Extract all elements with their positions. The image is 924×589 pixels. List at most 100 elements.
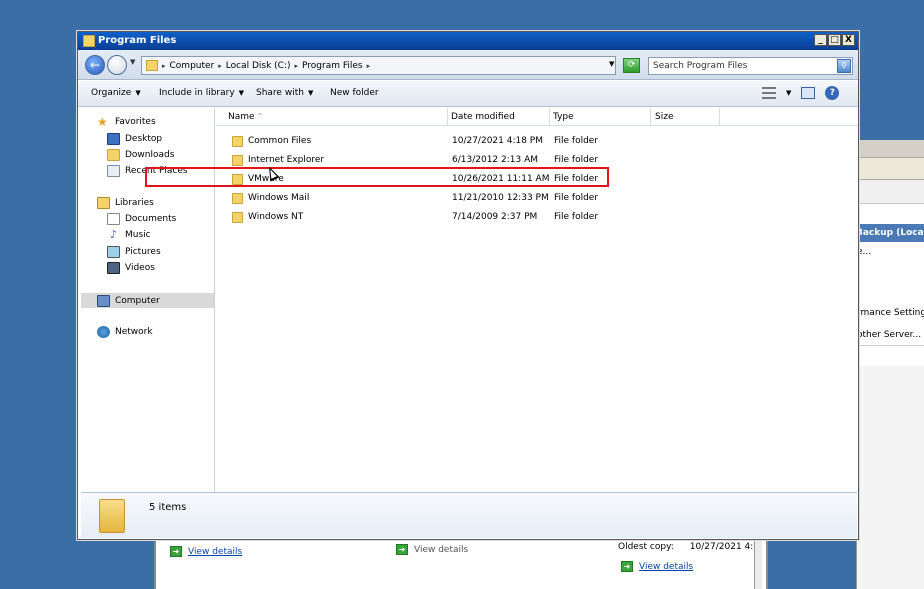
nav-label: Libraries bbox=[115, 198, 154, 208]
arrow-right-icon: ➜ bbox=[396, 544, 408, 555]
address-bar[interactable]: ▸ Computer ▸ Local Disk (C:) ▸ Program F… bbox=[141, 56, 616, 75]
address-dropdown[interactable]: ▼ bbox=[609, 60, 614, 68]
column-header-size[interactable]: Size bbox=[651, 108, 720, 126]
desktop-icon bbox=[107, 133, 120, 145]
breadcrumb-local-disk[interactable]: Local Disk (C:) bbox=[226, 61, 291, 71]
new-folder-label: New folder bbox=[330, 88, 379, 98]
nav-recent-places[interactable]: Recent Places bbox=[107, 165, 188, 177]
column-header-date[interactable]: Date modified bbox=[448, 108, 550, 126]
window-controls: _ □ X bbox=[814, 34, 855, 46]
change-view-icon[interactable] bbox=[762, 87, 776, 99]
forward-button[interactable] bbox=[107, 55, 127, 75]
chevron-down-icon[interactable]: ▼ bbox=[786, 89, 791, 97]
search-icon[interactable]: ⚲ bbox=[837, 59, 851, 73]
file-row[interactable]: Common Files 10/27/2021 4:18 PM File fol… bbox=[216, 132, 858, 151]
view-controls: ▼ ? bbox=[762, 86, 840, 100]
nav-downloads[interactable]: Downloads bbox=[107, 149, 174, 161]
breadcrumb-computer[interactable]: Computer bbox=[170, 61, 215, 71]
search-input[interactable]: Search Program Files ⚲ bbox=[648, 57, 853, 75]
bg-scrollbar[interactable] bbox=[754, 538, 762, 589]
oldest-copy-value: 10/27/2021 4: bbox=[689, 542, 754, 552]
breadcrumb-arrow-icon[interactable]: ▸ bbox=[295, 62, 299, 70]
arrow-right-icon: ➜ bbox=[621, 561, 633, 572]
new-folder-button[interactable]: New folder bbox=[330, 88, 379, 98]
breadcrumb-program-files[interactable]: Program Files bbox=[302, 61, 363, 71]
file-name: Windows NT bbox=[248, 212, 304, 222]
nav-label: Pictures bbox=[125, 247, 161, 257]
downloads-icon bbox=[107, 149, 120, 161]
address-row: ← ▼ ▸ Computer ▸ Local Disk (C:) ▸ Progr… bbox=[78, 50, 858, 80]
folder-icon bbox=[146, 60, 158, 71]
nav-label: Desktop bbox=[125, 134, 163, 144]
view-details-link-2[interactable]: ➜ View details bbox=[396, 544, 468, 555]
file-type: File folder bbox=[554, 155, 599, 165]
nav-network[interactable]: Network bbox=[97, 326, 153, 338]
breadcrumb-arrow-icon[interactable]: ▸ bbox=[367, 62, 371, 70]
bg-action-item[interactable]: e... bbox=[857, 247, 924, 257]
organize-label: Organize bbox=[91, 88, 132, 98]
nav-desktop[interactable]: Desktop bbox=[107, 133, 162, 145]
nav-libraries[interactable]: Libraries bbox=[97, 197, 154, 209]
view-details-link-3[interactable]: ➜ View details bbox=[621, 561, 693, 572]
share-with-button[interactable]: Share with ▼ bbox=[256, 88, 313, 98]
item-count: 5 items bbox=[149, 502, 187, 513]
file-date: 6/13/2012 2:13 AM bbox=[452, 155, 539, 165]
nav-label: Recent Places bbox=[125, 166, 188, 176]
breadcrumb-arrow-icon[interactable]: ▸ bbox=[162, 62, 166, 70]
file-date: 10/27/2021 4:18 PM bbox=[452, 136, 543, 146]
column-header-type[interactable]: Type bbox=[550, 108, 651, 126]
folder-icon bbox=[99, 499, 125, 533]
column-header-name[interactable]: Name ^ bbox=[216, 108, 448, 126]
nav-label: Music bbox=[125, 230, 151, 240]
file-name: Windows Mail bbox=[248, 193, 310, 203]
bg-actions-heading: Backup (Local) bbox=[857, 224, 924, 242]
nav-documents[interactable]: Documents bbox=[107, 213, 176, 225]
preview-pane-icon[interactable] bbox=[801, 87, 816, 99]
nav-computer[interactable]: Computer bbox=[81, 293, 214, 308]
file-type: File folder bbox=[554, 193, 599, 203]
file-row[interactable]: Internet Explorer 6/13/2012 2:13 AM File… bbox=[216, 151, 858, 170]
column-header-row: Name ^ Date modified Type Size bbox=[216, 108, 858, 126]
maximize-button[interactable]: □ bbox=[828, 34, 841, 46]
search-placeholder: Search Program Files bbox=[653, 61, 748, 71]
nav-music[interactable]: ♪ Music bbox=[107, 229, 151, 241]
nav-label: Computer bbox=[115, 295, 160, 306]
minimize-button[interactable]: _ bbox=[814, 34, 827, 46]
chevron-down-icon: ▼ bbox=[135, 89, 141, 97]
folder-icon bbox=[232, 136, 243, 147]
refresh-button[interactable]: ⟳ bbox=[623, 58, 640, 73]
computer-icon bbox=[97, 294, 110, 307]
share-with-label: Share with bbox=[256, 88, 304, 98]
title-bar[interactable]: Program Files _ □ X bbox=[78, 32, 858, 50]
folder-icon bbox=[232, 155, 243, 166]
help-icon[interactable]: ? bbox=[825, 86, 840, 100]
file-row[interactable]: Windows Mail 11/21/2010 12:33 PM File fo… bbox=[216, 189, 858, 208]
back-button[interactable]: ← bbox=[85, 55, 105, 75]
nav-label: Network bbox=[115, 327, 153, 337]
videos-icon bbox=[107, 262, 120, 274]
close-button[interactable]: X bbox=[842, 34, 855, 46]
breadcrumb-arrow-icon[interactable]: ▸ bbox=[218, 62, 222, 70]
view-details-link-1[interactable]: ➜ View details bbox=[170, 546, 242, 557]
music-icon: ♪ bbox=[109, 228, 118, 241]
file-name: Common Files bbox=[248, 136, 312, 146]
command-bar: Organize ▼ Include in library ▼ Share with… bbox=[78, 81, 858, 107]
include-in-library-button[interactable]: Include in library ▼ bbox=[159, 88, 244, 98]
chevron-down-icon: ▼ bbox=[238, 89, 245, 97]
file-row[interactable]: VMware 10/26/2021 11:11 AM File folder bbox=[216, 170, 858, 189]
include-in-library-label: Include in library bbox=[159, 88, 235, 98]
nav-videos[interactable]: Videos bbox=[107, 262, 155, 274]
file-row[interactable]: Windows NT 7/14/2009 2:37 PM File folder bbox=[216, 208, 858, 227]
bg-action-item[interactable]: other Server... bbox=[857, 330, 924, 340]
navigation-pane: ★ Favorites Desktop Downloads Recent Pla… bbox=[81, 108, 215, 492]
details-pane: 5 items bbox=[81, 492, 857, 538]
view-details-label[interactable]: View details bbox=[639, 562, 693, 572]
bg-action-item[interactable]: rmance Settings bbox=[857, 308, 924, 318]
nav-pictures[interactable]: Pictures bbox=[107, 246, 161, 258]
nav-favorites[interactable]: ★ Favorites bbox=[97, 116, 156, 128]
bg-title-bar bbox=[857, 140, 924, 158]
background-window-bottom: ➜ View details ➜ View details Oldest cop… bbox=[154, 538, 768, 589]
organize-button[interactable]: Organize ▼ bbox=[91, 88, 141, 98]
recent-pages-dropdown[interactable]: ▼ bbox=[130, 58, 135, 66]
view-details-label[interactable]: View details bbox=[188, 547, 242, 557]
